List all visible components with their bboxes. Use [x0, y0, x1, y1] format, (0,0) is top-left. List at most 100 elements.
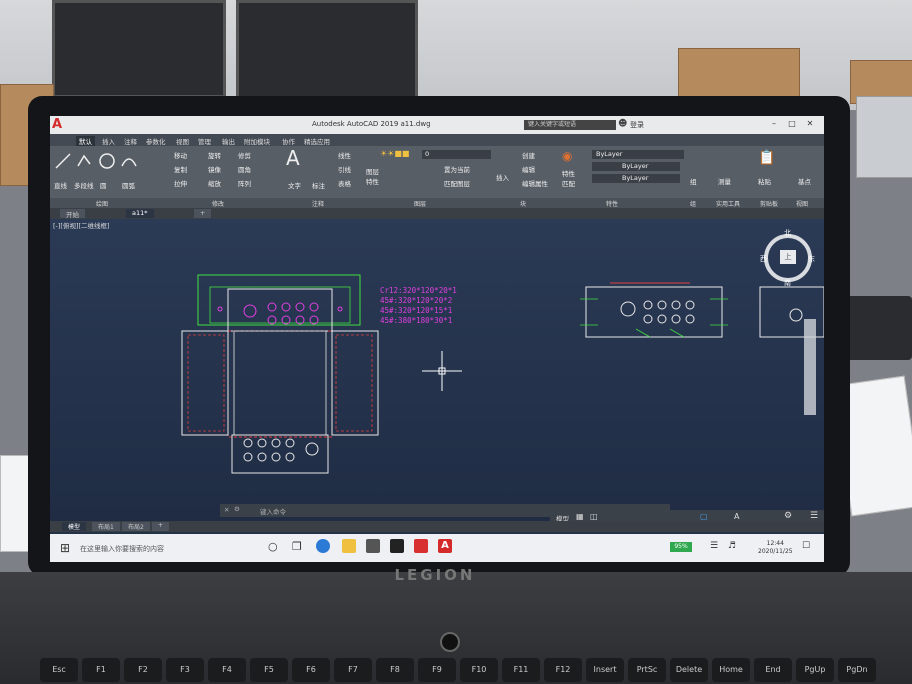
- panel-properties[interactable]: 特性: [606, 199, 618, 208]
- move-tool[interactable]: 移动: [174, 150, 187, 160]
- tab-output[interactable]: 输出: [222, 136, 235, 146]
- user-icon[interactable]: ☻: [618, 119, 627, 129]
- line-tool[interactable]: 直线: [54, 180, 67, 190]
- tab-layout2[interactable]: 布局2: [122, 522, 150, 531]
- lineweight-dropdown[interactable]: ByLayer: [592, 174, 680, 183]
- tab-annotate[interactable]: 注释: [124, 136, 137, 146]
- linear-tool[interactable]: 线性: [338, 150, 351, 160]
- edge-icon[interactable]: [316, 539, 330, 553]
- media-icon[interactable]: [390, 539, 404, 553]
- panel-block[interactable]: 块: [520, 199, 526, 208]
- minimize-icon[interactable]: –: [766, 119, 782, 131]
- set-current-button[interactable]: 置为当前: [444, 164, 470, 174]
- viewcube-south[interactable]: 南: [784, 278, 791, 288]
- copy-tool[interactable]: 复制: [174, 164, 187, 174]
- new-layout-button[interactable]: +: [152, 522, 170, 531]
- trim-tool[interactable]: 修剪: [238, 150, 251, 160]
- group-button[interactable]: 组: [690, 176, 697, 186]
- wrench-icon[interactable]: ⚙: [234, 505, 240, 513]
- layer-dropdown[interactable]: 0: [422, 150, 491, 159]
- battery-indicator[interactable]: 95%: [670, 542, 692, 552]
- panel-clipboard[interactable]: 剪贴板: [760, 199, 778, 208]
- taskbar-search[interactable]: 在这里输入你要搜索的内容: [80, 542, 250, 556]
- tab-collaborate[interactable]: 协作: [282, 136, 295, 146]
- tab-featured-apps[interactable]: 精选应用: [304, 136, 330, 146]
- grid-icon[interactable]: ▦: [576, 512, 584, 521]
- arc-tool[interactable]: 圆弧: [122, 180, 135, 190]
- tab-parametric[interactable]: 参数化: [146, 136, 166, 146]
- color-dropdown[interactable]: ByLayer: [592, 150, 684, 159]
- text-tool[interactable]: 文字: [288, 180, 301, 190]
- tab-insert[interactable]: 插入: [102, 136, 115, 146]
- scale-tool[interactable]: 缩放: [208, 178, 221, 188]
- polyline-tool[interactable]: 多段线: [74, 180, 94, 190]
- tab-layout1[interactable]: 布局1: [92, 522, 120, 531]
- circle-tool[interactable]: 圆: [100, 180, 107, 190]
- layer-properties-button[interactable]: 图层特性: [366, 166, 382, 186]
- mirror-tool[interactable]: 镜像: [208, 164, 221, 174]
- settings-icon[interactable]: ⚙: [784, 511, 792, 521]
- wifi-icon[interactable]: ☰: [710, 541, 718, 551]
- search-input[interactable]: 键入关键字或短语: [524, 120, 616, 130]
- stretch-tool[interactable]: 拉伸: [174, 178, 187, 188]
- osnap-icon[interactable]: ▢: [700, 512, 708, 521]
- leader-tool[interactable]: 引线: [338, 164, 351, 174]
- annotation-icon[interactable]: A: [734, 512, 739, 521]
- command-input[interactable]: 键入命令: [260, 506, 286, 516]
- panel-groups[interactable]: 组: [690, 199, 696, 208]
- base-point-button[interactable]: 基点: [798, 176, 811, 186]
- system-clock[interactable]: 12:44 2020/11/25: [758, 540, 793, 556]
- linetype-dropdown[interactable]: ByLayer: [592, 162, 680, 171]
- calendar-icon[interactable]: [414, 539, 428, 553]
- mail-icon[interactable]: [366, 539, 380, 553]
- cortana-icon[interactable]: ○: [268, 540, 278, 553]
- table-tool[interactable]: 表格: [338, 178, 351, 188]
- edit-attributes-button[interactable]: 编辑属性: [522, 178, 548, 188]
- notification-icon[interactable]: ☐: [802, 541, 810, 551]
- maximize-icon[interactable]: □: [784, 119, 800, 131]
- tab-manage[interactable]: 管理: [198, 136, 211, 146]
- new-tab-button[interactable]: +: [194, 209, 212, 218]
- volume-icon[interactable]: ♬: [728, 541, 736, 551]
- bottom-plate: [231, 434, 329, 474]
- panel-draw[interactable]: 绘图: [96, 199, 108, 208]
- center-body: [227, 330, 333, 438]
- insert-block-button[interactable]: 插入: [496, 172, 509, 182]
- tab-a11[interactable]: a11*: [126, 209, 154, 218]
- explorer-icon[interactable]: [342, 539, 356, 553]
- panel-modify[interactable]: 修改: [212, 199, 224, 208]
- viewcube-face[interactable]: 上: [780, 250, 796, 264]
- rotate-tool[interactable]: 旋转: [208, 150, 221, 160]
- paste-button[interactable]: 粘贴: [758, 176, 771, 186]
- close-icon[interactable]: ✕: [802, 119, 818, 131]
- start-icon[interactable]: ⊞: [60, 541, 70, 555]
- match-layer-button[interactable]: 匹配图层: [444, 178, 470, 188]
- tab-default[interactable]: 默认: [76, 136, 95, 146]
- tab-view[interactable]: 视图: [176, 136, 189, 146]
- fillet-tool[interactable]: 圆角: [238, 164, 251, 174]
- tab-start[interactable]: 开始: [60, 209, 85, 219]
- dimension-tool[interactable]: 标注: [312, 180, 325, 190]
- snap-icon[interactable]: ◫: [590, 512, 598, 521]
- viewcube-west[interactable]: 西: [760, 254, 767, 264]
- measure-button[interactable]: 测量: [718, 176, 731, 186]
- panel-annotation[interactable]: 注释: [312, 199, 324, 208]
- menu-icon[interactable]: ☰: [810, 511, 818, 521]
- close-icon[interactable]: ✕: [224, 506, 229, 514]
- create-block-button[interactable]: 创建: [522, 150, 535, 160]
- array-tool[interactable]: 阵列: [238, 178, 251, 188]
- tab-addins[interactable]: 附加模块: [244, 136, 270, 146]
- panel-layers[interactable]: 图层: [414, 199, 426, 208]
- login-button[interactable]: 登录: [630, 120, 644, 130]
- edit-block-button[interactable]: 编辑: [522, 164, 535, 174]
- autocad-taskbar-icon[interactable]: A: [438, 539, 452, 553]
- match-properties-button[interactable]: 特性匹配: [562, 168, 576, 188]
- taskview-icon[interactable]: ❐: [292, 540, 302, 553]
- panel-view[interactable]: 视图: [796, 199, 808, 208]
- tab-model[interactable]: 模型: [62, 522, 87, 531]
- viewcube-north[interactable]: 北: [784, 228, 791, 238]
- autocad-logo[interactable]: A: [52, 117, 74, 133]
- drawing-notes: Cr12:320*120*20*1 45#:320*120*20*2 45#:3…: [380, 286, 457, 326]
- viewcube-east[interactable]: 东: [808, 254, 815, 264]
- panel-utilities[interactable]: 实用工具: [716, 199, 740, 208]
